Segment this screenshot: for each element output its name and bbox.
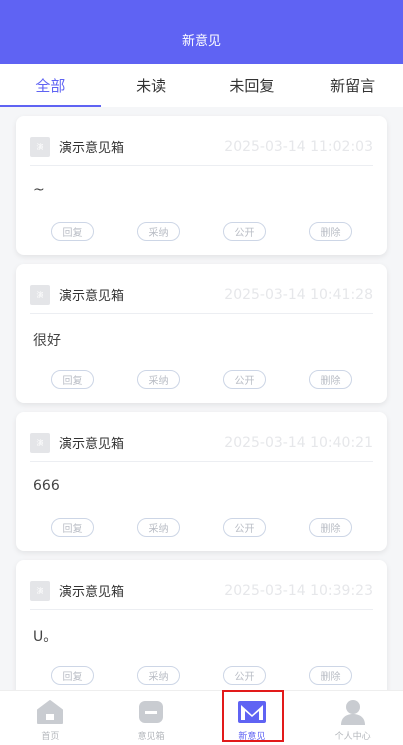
- feedback-content: 666: [33, 478, 60, 494]
- feedback-card[interactable]: 演 演示意见箱 2025-03-14 10:40:21 666 回复 采纳 公开…: [16, 412, 387, 551]
- reply-button[interactable]: 回复: [51, 222, 94, 241]
- timestamp: 2025-03-14 10:40:21: [224, 434, 373, 451]
- mailbox-name: 演示意见箱: [59, 585, 125, 600]
- tabbar-item-profile[interactable]: 个人中心: [302, 691, 403, 745]
- reply-button[interactable]: 回复: [51, 666, 94, 685]
- tabbar-item-home[interactable]: 首页: [0, 691, 101, 745]
- avatar: 演: [30, 136, 50, 157]
- feedback-card[interactable]: 演 演示意见箱 2025-03-14 11:02:03 ~ 回复 采纳 公开 删…: [16, 116, 387, 255]
- tabbar-item-mailbox[interactable]: 意见箱: [101, 691, 202, 745]
- card-header: 演 演示意见箱 2025-03-14 10:39:23: [30, 580, 373, 610]
- avatar: 演: [30, 432, 50, 453]
- feedback-card[interactable]: 演 演示意见箱 2025-03-14 10:39:23 U。 回复 采纳 公开 …: [16, 560, 387, 690]
- timestamp: 2025-03-14 11:02:03: [224, 138, 373, 155]
- avatar: 演: [30, 580, 50, 601]
- feedback-card[interactable]: 演 演示意见箱 2025-03-14 10:41:28 很好 回复 采纳 公开 …: [16, 264, 387, 403]
- feedback-content: ~: [33, 182, 45, 198]
- delete-button[interactable]: 删除: [309, 666, 352, 685]
- publish-button[interactable]: 公开: [223, 666, 266, 685]
- delete-button[interactable]: 删除: [309, 518, 352, 537]
- card-actions: 回复 采纳 公开 删除: [51, 370, 352, 389]
- adopt-button[interactable]: 采纳: [137, 370, 180, 389]
- delete-button[interactable]: 删除: [309, 222, 352, 241]
- page-title: 新意见: [181, 34, 221, 49]
- card-actions: 回复 采纳 公开 删除: [51, 666, 352, 685]
- card-header: 演 演示意见箱 2025-03-14 10:40:21: [30, 432, 373, 462]
- mail-icon: [236, 697, 268, 727]
- card-header: 演 演示意见箱 2025-03-14 10:41:28: [30, 284, 373, 314]
- mailbox-name: 演示意见箱: [59, 437, 125, 452]
- feedback-content: U。: [33, 629, 58, 645]
- adopt-button[interactable]: 采纳: [137, 222, 180, 241]
- card-header: 演 演示意见箱 2025-03-14 11:02:03: [30, 136, 373, 166]
- publish-button[interactable]: 公开: [223, 222, 266, 241]
- timestamp: 2025-03-14 10:39:23: [224, 582, 373, 599]
- bottom-tabbar: 首页 意见箱 新意见 个人中心: [0, 690, 403, 745]
- delete-button[interactable]: 删除: [309, 370, 352, 389]
- tabbar-item-new-feedback[interactable]: 新意见: [202, 691, 303, 745]
- tabbar-label: 首页: [41, 732, 60, 742]
- reply-button[interactable]: 回复: [51, 370, 94, 389]
- home-icon: [34, 697, 66, 727]
- publish-button[interactable]: 公开: [223, 518, 266, 537]
- tab-new-comments[interactable]: 新留言: [302, 64, 403, 107]
- card-actions: 回复 采纳 公开 删除: [51, 222, 352, 241]
- publish-button[interactable]: 公开: [223, 370, 266, 389]
- tab-all[interactable]: 全部: [0, 64, 101, 107]
- timestamp: 2025-03-14 10:41:28: [224, 286, 373, 303]
- user-icon: [337, 697, 369, 727]
- adopt-button[interactable]: 采纳: [137, 518, 180, 537]
- avatar: 演: [30, 284, 50, 305]
- tabbar-label: 个人中心: [334, 732, 371, 742]
- card-actions: 回复 采纳 公开 删除: [51, 518, 352, 537]
- app-header: 新意见: [0, 0, 403, 64]
- mailbox-name: 演示意见箱: [59, 141, 125, 156]
- tab-unread[interactable]: 未读: [101, 64, 202, 107]
- adopt-button[interactable]: 采纳: [137, 666, 180, 685]
- reply-button[interactable]: 回复: [51, 518, 94, 537]
- tab-unreplied[interactable]: 未回复: [202, 64, 303, 107]
- tabbar-label: 意见箱: [137, 732, 165, 742]
- mailbox-name: 演示意见箱: [59, 289, 125, 304]
- inbox-icon: [135, 697, 167, 727]
- feedback-content: 很好: [33, 333, 61, 349]
- tabbar-label: 新意见: [238, 732, 266, 742]
- filter-tabs: 全部 未读 未回复 新留言: [0, 64, 403, 107]
- feedback-list[interactable]: 演 演示意见箱 2025-03-14 11:02:03 ~ 回复 采纳 公开 删…: [0, 107, 403, 690]
